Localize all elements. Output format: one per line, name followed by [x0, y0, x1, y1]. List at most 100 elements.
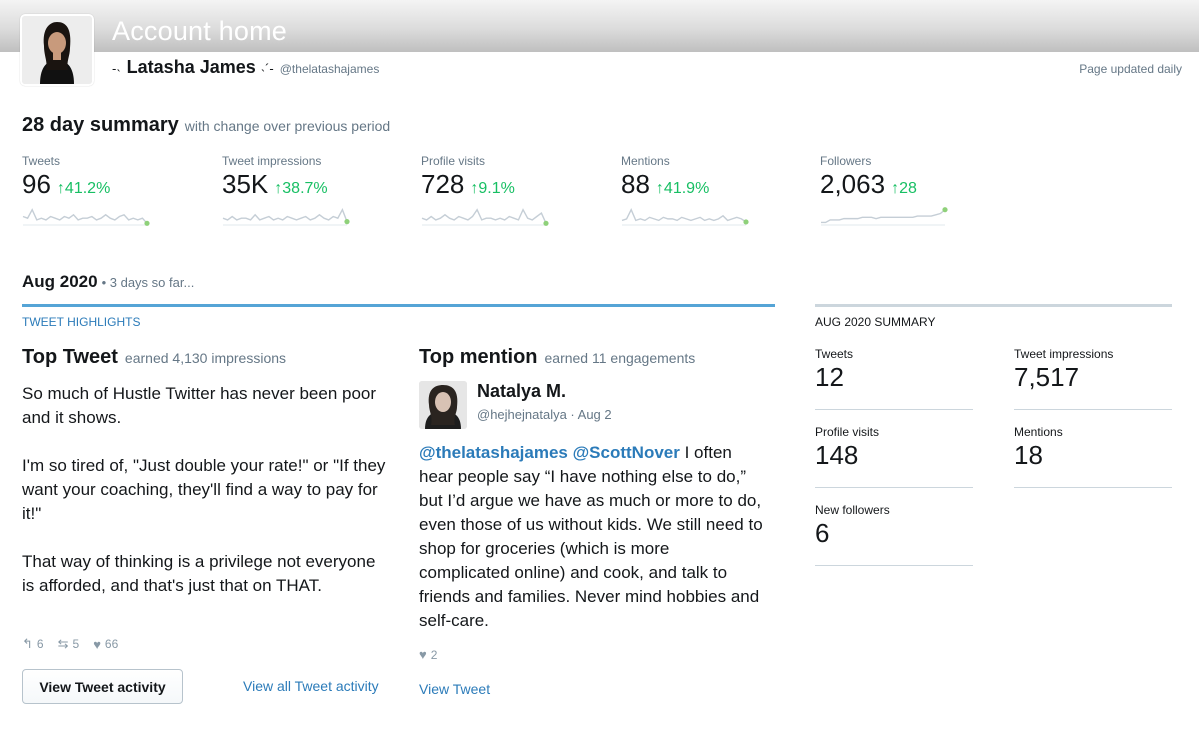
sparkline-path [821, 209, 946, 224]
sparkline-end-dot [344, 219, 350, 225]
summary-label: Mentions [1014, 425, 1063, 439]
mention-author-name[interactable]: Natalya M. [477, 381, 566, 402]
reply-count[interactable]: ↰ 6 [22, 636, 44, 652]
retweet-icon: ⇆ [57, 636, 69, 651]
stat-profile-visits: Profile visits 728 ↑9.1% [421, 154, 611, 200]
sparkline-path [22, 208, 148, 224]
stat-value: 88 [621, 169, 650, 199]
stat-change: ↑41.2% [56, 180, 111, 197]
view-tweet-activity-button[interactable]: View Tweet activity [22, 669, 183, 704]
month-heading: Aug 2020 • 3 days so far... [22, 272, 194, 292]
view-tweet-link[interactable]: View Tweet [419, 681, 490, 697]
tweet-paragraph: That way of thinking is a privilege not … [22, 552, 376, 595]
stat-value: 35K [222, 169, 269, 199]
summary-divider-line [815, 409, 973, 410]
sparkline-path [222, 208, 348, 222]
stat-change: ↑28 [891, 180, 917, 197]
top-tweet-text[interactable]: So much of Hustle Twitter has never been… [22, 382, 392, 622]
stat-label: Profile visits [421, 154, 486, 168]
top-mention-subtitle: earned 11 engagements [544, 350, 696, 366]
stat-label: Mentions [621, 154, 670, 168]
summary-label: Profile visits [815, 425, 880, 439]
summary-divider-line [1014, 409, 1172, 410]
updated-note: Page updated daily [1079, 62, 1182, 76]
stat-impressions: Tweet impressions 35K ↑38.7% [222, 154, 412, 200]
view-all-tweet-activity-link[interactable]: View all Tweet activity [243, 678, 379, 694]
sparkle-decoration: -˴ [112, 61, 121, 76]
stat-label: Followers [820, 154, 872, 168]
summary-divider-line [815, 565, 973, 566]
summary-value: 148 [815, 440, 859, 470]
sparkline-profile-visits [421, 208, 549, 226]
stat-mentions: Mentions 88 ↑41.9% [621, 154, 811, 200]
user-handle[interactable]: @thelatashajames [280, 62, 380, 76]
summary-value: 12 [815, 362, 844, 392]
summary-divider [815, 304, 1172, 307]
sparkline-path [621, 208, 747, 223]
summary-mentions: Mentions 18 [1014, 425, 1172, 471]
heart-icon: ♥ [93, 636, 101, 652]
summary-profile-visits: Profile visits 148 [815, 425, 973, 471]
summary-title: 28 day summary with change over previous… [22, 114, 390, 137]
mention-body: I often hear people say “I have nothing … [419, 443, 763, 630]
mention-link[interactable]: @ScottNover [573, 443, 680, 462]
summary-value: 18 [1014, 440, 1043, 470]
sparkline-end-dot [144, 220, 150, 226]
stat-change: ↑41.9% [655, 180, 710, 197]
stat-value: 2,063 [820, 169, 886, 199]
sparkline-end-dot [743, 219, 749, 225]
arrow-up-icon: ↑ [56, 180, 65, 197]
summary-label: Tweets [815, 347, 854, 361]
summary-label: New followers [815, 503, 890, 517]
top-mention-title: Top mention [419, 346, 538, 368]
user-name[interactable]: Latasha James [127, 57, 256, 78]
stat-label: Tweet impressions [222, 154, 322, 168]
sparkline-impressions [222, 208, 350, 226]
top-tweet-title: Top Tweet [22, 346, 118, 368]
like-count[interactable]: ♥ 66 [93, 637, 118, 652]
summary-value: 7,517 [1014, 362, 1080, 392]
mention-avatar[interactable] [419, 381, 467, 429]
sparkline-mentions [621, 208, 749, 226]
avatar[interactable] [20, 14, 94, 86]
summary-divider-line [1014, 487, 1172, 488]
mention-link[interactable]: @thelatashajames [419, 443, 568, 462]
user-line: -˴ Latasha James ˴´- @thelatashajames [112, 57, 379, 78]
highlights-divider [22, 304, 775, 307]
stat-value: 96 [22, 169, 51, 199]
retweet-count[interactable]: ⇆ 5 [58, 636, 80, 652]
month-title: Aug 2020 [22, 272, 98, 291]
tweet-highlights-label: TWEET HIGHLIGHTS [22, 315, 141, 329]
sparkline-tweets [22, 208, 150, 226]
sparkline-end-dot [942, 207, 948, 213]
month-summary-label: AUG 2020 SUMMARY [815, 315, 936, 329]
like-count[interactable]: ♥ 2 [419, 647, 437, 662]
tweet-paragraph: So much of Hustle Twitter has never been… [22, 384, 377, 427]
top-tweet-heading: Top Tweet earned 4,130 impressions [22, 346, 286, 369]
summary-divider-line [815, 487, 973, 488]
reply-icon: ↰ [22, 636, 33, 651]
month-subtitle: • 3 days so far... [101, 275, 195, 290]
sparkle-decoration: ˴´- [260, 61, 274, 76]
arrow-up-icon: ↑ [655, 180, 664, 197]
summary-impressions: Tweet impressions 7,517 [1014, 347, 1172, 393]
sparkline-followers [821, 207, 948, 226]
stat-followers: Followers 2,063 ↑28 [820, 154, 1010, 200]
page-title: Account home [112, 16, 287, 46]
mention-author-handle[interactable]: @hejhejnatalya · Aug 2 [477, 407, 612, 422]
top-tweet-subtitle: earned 4,130 impressions [124, 350, 287, 366]
summary-value: 6 [815, 518, 830, 548]
stat-tweets: Tweets 96 ↑41.2% [22, 154, 212, 200]
stat-change: ↑38.7% [274, 180, 328, 197]
heart-icon: ♥ [419, 647, 427, 662]
mention-text[interactable]: @thelatashajames @ScottNover I often hea… [419, 441, 764, 633]
top-mention-heading: Top mention earned 11 engagements [419, 346, 695, 369]
summary-new-followers: New followers 6 [815, 503, 973, 549]
stat-change: ↑9.1% [470, 180, 515, 197]
tweet-paragraph: I'm so tired of, "Just double your rate!… [22, 456, 386, 523]
mention-actions: ♥ 2 [419, 647, 451, 662]
sparkline-end-dot [543, 220, 549, 226]
summary-subheading: with change over previous period [184, 118, 391, 134]
summary-heading: 28 day summary [22, 114, 179, 136]
stat-value: 728 [421, 169, 465, 199]
